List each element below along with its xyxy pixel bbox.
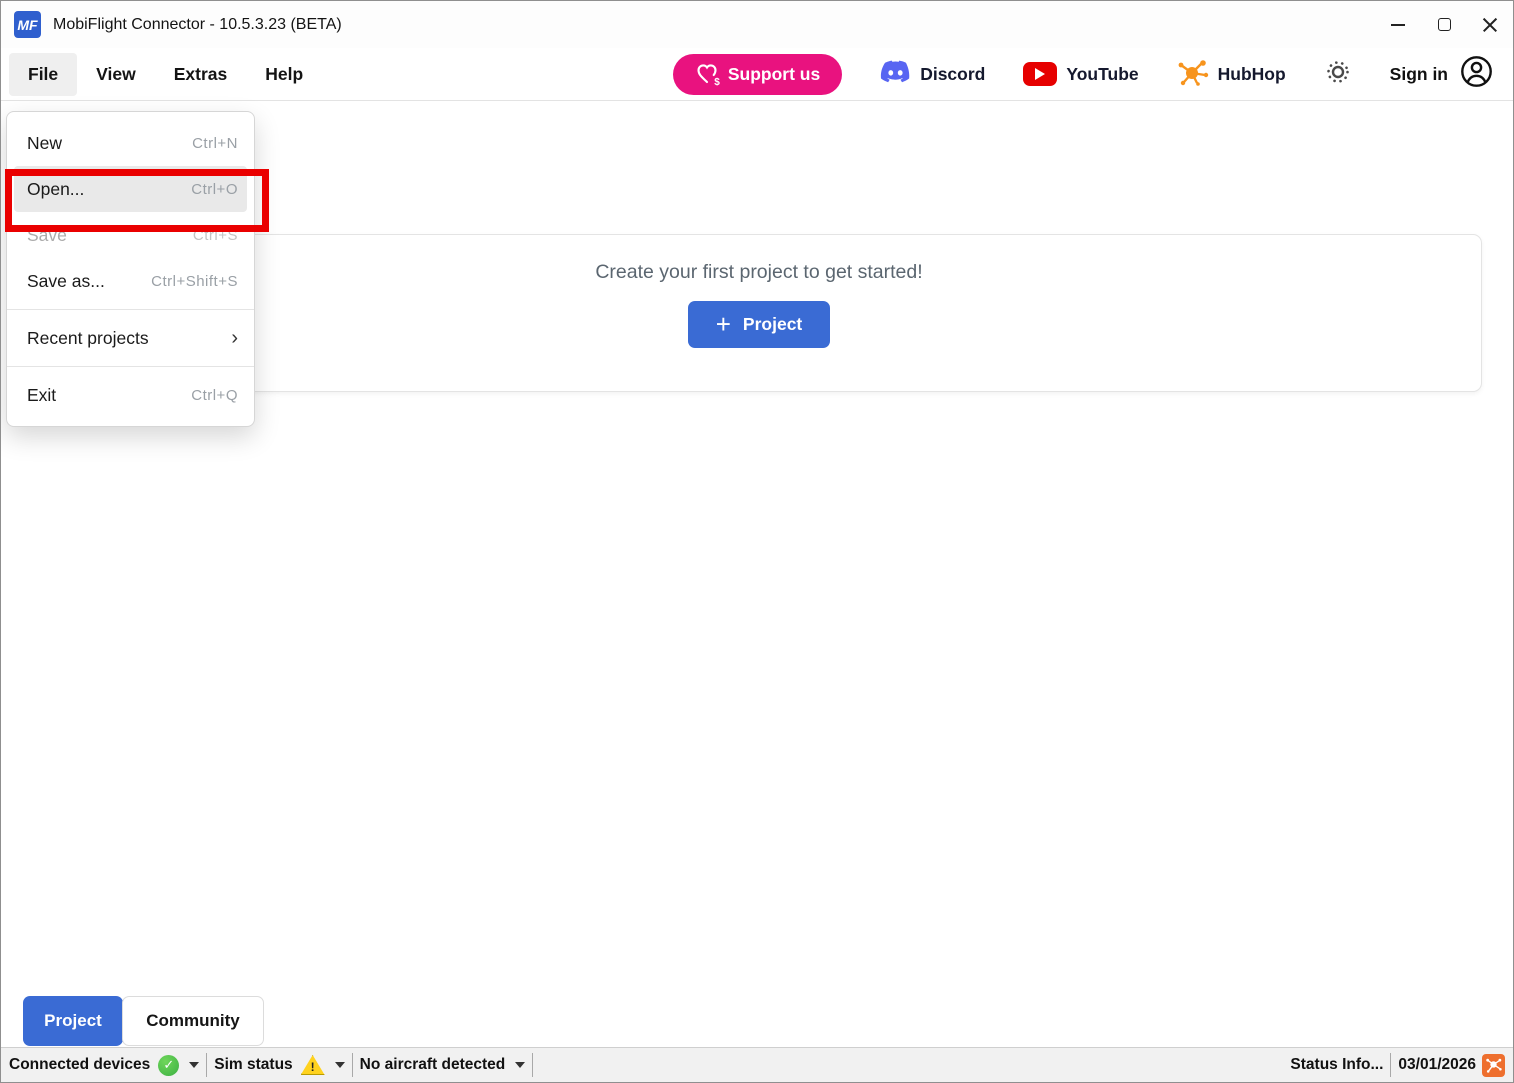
menu-item-label: Save — [27, 225, 67, 246]
tab-project[interactable]: Project — [23, 996, 123, 1046]
sun-icon — [1324, 73, 1352, 90]
menu-item-shortcut: Ctrl+Q — [191, 387, 238, 404]
menu-item-recent-projects[interactable]: Recent projects › — [7, 315, 254, 361]
plus-icon: + — [716, 311, 731, 337]
menu-item-shortcut: Ctrl+O — [191, 181, 238, 198]
menu-item-shortcut: Ctrl+N — [192, 135, 238, 152]
account-avatar-icon — [1460, 55, 1493, 93]
create-project-button[interactable]: + Project — [688, 301, 830, 348]
support-us-label: Support us — [728, 64, 820, 85]
mobiflight-logo-icon: MF — [14, 11, 41, 38]
status-date: 03/01/2026 — [1398, 1056, 1476, 1074]
status-info-link[interactable]: Status Info... — [1290, 1056, 1383, 1074]
discord-icon — [880, 60, 911, 89]
support-us-button[interactable]: $ Support us — [673, 54, 842, 95]
menu-item-save: Save Ctrl+S — [7, 212, 254, 258]
menu-item-label: New — [27, 133, 62, 154]
menu-separator — [7, 309, 254, 310]
statusbar-separator — [532, 1053, 533, 1077]
hubhop-link[interactable]: HubHop — [1177, 58, 1286, 91]
titlebar: MF MobiFlight Connector - 10.5.3.23 (BET… — [1, 1, 1513, 48]
hubhop-orange-icon — [1482, 1054, 1505, 1077]
minimize-button[interactable] — [1375, 1, 1421, 48]
heart-dollar-icon: $ — [695, 62, 719, 86]
menu-extras[interactable]: Extras — [155, 53, 247, 96]
minimize-icon — [1391, 24, 1405, 26]
menu-item-new[interactable]: New Ctrl+N — [7, 120, 254, 166]
hubhop-icon — [1177, 58, 1209, 91]
close-button[interactable] — [1467, 1, 1513, 48]
statusbar-separator — [206, 1053, 207, 1077]
warning-icon: ! — [301, 1055, 325, 1075]
connected-devices-status[interactable]: Connected devices ✓ — [9, 1055, 199, 1076]
aircraft-status[interactable]: No aircraft detected — [360, 1056, 526, 1074]
sign-in-button[interactable]: Sign in — [1390, 55, 1493, 93]
menu-help[interactable]: Help — [246, 53, 322, 96]
menu-item-shortcut: Ctrl+S — [193, 227, 238, 244]
menu-item-save-as[interactable]: Save as... Ctrl+Shift+S — [7, 258, 254, 304]
menu-view[interactable]: View — [77, 53, 155, 96]
discord-label: Discord — [920, 64, 985, 85]
theme-toggle-button[interactable] — [1324, 58, 1352, 91]
youtube-link[interactable]: YouTube — [1023, 62, 1138, 86]
sign-in-label: Sign in — [1390, 64, 1448, 85]
menubar-right-links: $ Support us Discord YouTube — [673, 54, 1493, 95]
menu-item-label: Exit — [27, 385, 56, 406]
dropdown-arrow-icon — [335, 1062, 345, 1068]
menu-separator — [7, 366, 254, 367]
sim-status-label: Sim status — [214, 1056, 292, 1074]
statusbar-separator — [1390, 1053, 1391, 1077]
discord-link[interactable]: Discord — [880, 60, 985, 89]
menu-item-shortcut: Ctrl+Shift+S — [151, 273, 238, 290]
close-icon — [1482, 17, 1498, 33]
menu-item-exit[interactable]: Exit Ctrl+Q — [7, 372, 254, 418]
hubhop-label: HubHop — [1218, 64, 1286, 85]
statusbar-separator — [352, 1053, 353, 1077]
aircraft-status-label: No aircraft detected — [360, 1056, 506, 1074]
menu-item-label: Open... — [27, 179, 84, 200]
statusbar: Connected devices ✓ Sim status ! No airc… — [1, 1047, 1513, 1082]
menu-item-label: Recent projects — [27, 328, 149, 349]
connected-devices-label: Connected devices — [9, 1056, 150, 1074]
youtube-icon — [1023, 62, 1057, 86]
tab-community[interactable]: Community — [122, 996, 264, 1046]
create-project-label: Project — [743, 314, 802, 335]
sim-status[interactable]: Sim status ! — [214, 1055, 344, 1075]
file-dropdown-menu: New Ctrl+N Open... Ctrl+O Save Ctrl+S Sa… — [6, 111, 255, 427]
chevron-right-icon: › — [231, 328, 238, 348]
statusbar-right: Status Info... 03/01/2026 — [1290, 1053, 1505, 1077]
window-controls — [1375, 1, 1513, 48]
dropdown-arrow-icon — [189, 1062, 199, 1068]
check-circle-icon: ✓ — [158, 1055, 179, 1076]
menu-item-open[interactable]: Open... Ctrl+O — [14, 166, 247, 212]
dropdown-arrow-icon — [515, 1062, 525, 1068]
menu-item-label: Save as... — [27, 271, 105, 292]
empty-state-message: Create your first project to get started… — [595, 261, 922, 284]
app-window: MF MobiFlight Connector - 10.5.3.23 (BET… — [0, 0, 1514, 1083]
window-title: MobiFlight Connector - 10.5.3.23 (BETA) — [53, 16, 342, 34]
menu-file[interactable]: File — [9, 53, 77, 96]
youtube-label: YouTube — [1066, 64, 1138, 85]
bottom-tabs: Project Community — [23, 996, 264, 1046]
maximize-icon — [1438, 18, 1451, 31]
maximize-button[interactable] — [1421, 1, 1467, 48]
menubar: File View Extras Help $ Support us Disco… — [1, 48, 1513, 101]
